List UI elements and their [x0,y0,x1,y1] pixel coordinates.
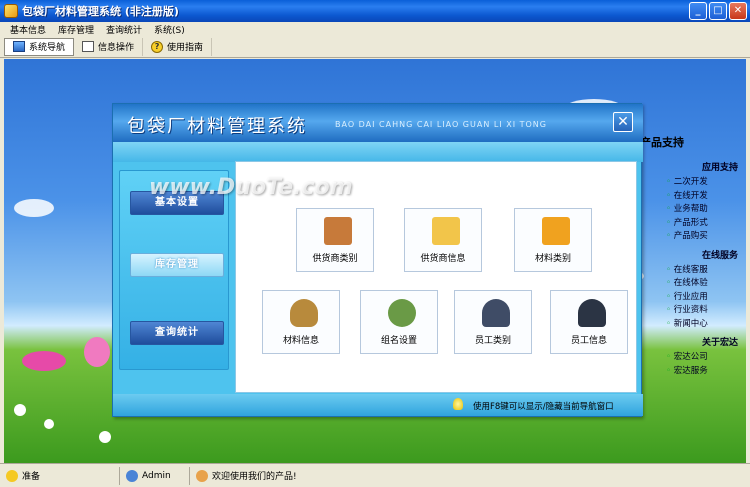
support-link[interactable]: 新闻中心 [666,318,746,332]
flower-decoration [99,431,111,443]
group-icon [196,469,208,482]
window-title: 包袋厂材料管理系统 (非注册版) [22,5,179,18]
status-ready: 准备 [22,472,41,482]
support-link[interactable]: 宏达公司 [666,351,746,365]
tile-material-info[interactable]: 材料信息 [262,290,340,354]
flower-decoration [22,351,66,371]
dialog-nav-panel: 基本设置 库存管理 查询统计 [119,170,229,370]
desktop-area: 产品支持 应用支持 二次开发 在线开发 业务帮助 产品形式 产品购买 在线服务 … [4,59,746,463]
user-guide-label: 使用指南 [167,43,204,53]
app-icon [4,4,18,18]
navigation-icon [13,41,25,52]
nav-inventory-button[interactable]: 库存管理 [130,253,224,277]
tile-label: 员工类别 [474,336,511,346]
system-navigation-label: 系统导航 [29,43,66,53]
tile-label: 员工信息 [570,336,607,346]
tile-employee-category[interactable]: 员工类别 [454,290,532,354]
tile-label: 供货商信息 [420,254,466,264]
dialog-header: 包袋厂材料管理系统 BAO DAI CAHNG CAI LIAO GUAN LI… [113,104,643,142]
support-link[interactable]: 在线客服 [666,264,746,278]
status-user: Admin [142,470,171,481]
tile-supplier-info[interactable]: 供货商信息 [404,208,482,272]
status-user-cell: Admin [120,466,190,485]
user-icon [126,469,138,482]
money-bag-icon [290,299,318,327]
tile-label: 材料信息 [282,336,319,346]
user-guide-button[interactable]: ? 使用指南 [143,37,213,56]
document-icon [82,41,95,52]
watermark-text: www.DuoTe.com [149,175,353,200]
support-title: 产品支持 [640,136,684,149]
lightbulb-icon [453,398,463,410]
support-link[interactable]: 在线开发 [666,190,746,204]
title-bar: 包袋厂材料管理系统 (非注册版) _ □ ✕ [0,0,750,22]
tile-label: 组名设置 [380,336,417,346]
menu-basic-info[interactable]: 基本信息 [4,23,52,36]
support-link[interactable]: 二次开发 [666,176,746,190]
tile-supplier-category[interactable]: 供货商类别 [296,208,374,272]
close-button[interactable]: ✕ [729,2,747,20]
employee-category-icon [482,299,510,327]
tile-material-category[interactable]: 材料类别 [514,208,592,272]
dialog-title: 包袋厂材料管理系统 [127,116,307,137]
menu-system[interactable]: 系统(S) [148,23,191,36]
status-bar: 准备 Admin 欢迎使用我们的产品! [0,463,750,487]
flower-decoration [14,404,26,416]
cloud-decoration [14,199,54,217]
menu-inventory[interactable]: 库存管理 [52,23,100,36]
system-navigation-button[interactable]: 系统导航 [4,37,75,56]
nav-query-stats-button[interactable]: 查询统计 [130,321,224,345]
support-link[interactable]: 行业资料 [666,304,746,318]
support-link[interactable]: 宏达服务 [666,365,746,379]
flower-decoration [44,419,54,429]
toolbar: 系统导航 信息操作 ? 使用指南 [0,36,750,58]
dialog-strip [113,142,643,162]
folder-icon [432,217,460,245]
menu-bar: 基本信息 库存管理 查询统计 系统(S) [0,22,750,36]
minimize-button[interactable]: _ [689,2,707,20]
tile-employee-info[interactable]: 员工信息 [550,290,628,354]
support-link[interactable]: 产品购买 [666,230,746,244]
help-icon: ? [151,40,164,53]
dialog-close-button[interactable]: ✕ [613,112,633,132]
footer-hint: 使用F8键可以显示/隐藏当前导航窗口 [473,402,614,412]
tile-label: 供货商类别 [312,254,358,264]
status-ready-cell: 准备 [0,466,120,485]
support-link[interactable]: 产品形式 [666,217,746,231]
dialog-subtitle: BAO DAI CAHNG CAI LIAO GUAN LI XI TONG [335,120,547,129]
maximize-button[interactable]: □ [709,2,727,20]
info-operation-label: 信息操作 [98,43,135,53]
support-heading-app: 应用支持 [701,163,738,173]
support-link[interactable]: 业务帮助 [666,203,746,217]
status-welcome-cell: 欢迎使用我们的产品! [190,467,303,485]
support-heading-about: 关于宏达 [701,338,738,348]
supplier-category-icon [324,217,352,245]
support-link[interactable]: 在线体验 [666,277,746,291]
product-support-panel: 产品支持 应用支持 二次开发 在线开发 业务帮助 产品形式 产品购买 在线服务 … [640,134,746,378]
navigation-dialog: 包袋厂材料管理系统 BAO DAI CAHNG CAI LIAO GUAN LI… [112,103,643,417]
status-welcome: 欢迎使用我们的产品! [212,472,297,482]
support-heading-online: 在线服务 [701,250,738,261]
flower-decoration [84,337,110,367]
support-link[interactable]: 行业应用 [666,291,746,305]
tile-group-settings[interactable]: 组名设置 [360,290,438,354]
tile-label: 材料类别 [534,254,571,264]
box-icon [542,217,570,245]
employee-icon [578,299,606,327]
group-icon [388,299,416,327]
dialog-footer: 使用F8键可以显示/隐藏当前导航窗口 [113,394,643,416]
menu-query-stats[interactable]: 查询统计 [100,23,148,36]
status-icon [6,469,18,482]
info-operation-button[interactable]: 信息操作 [74,37,144,56]
